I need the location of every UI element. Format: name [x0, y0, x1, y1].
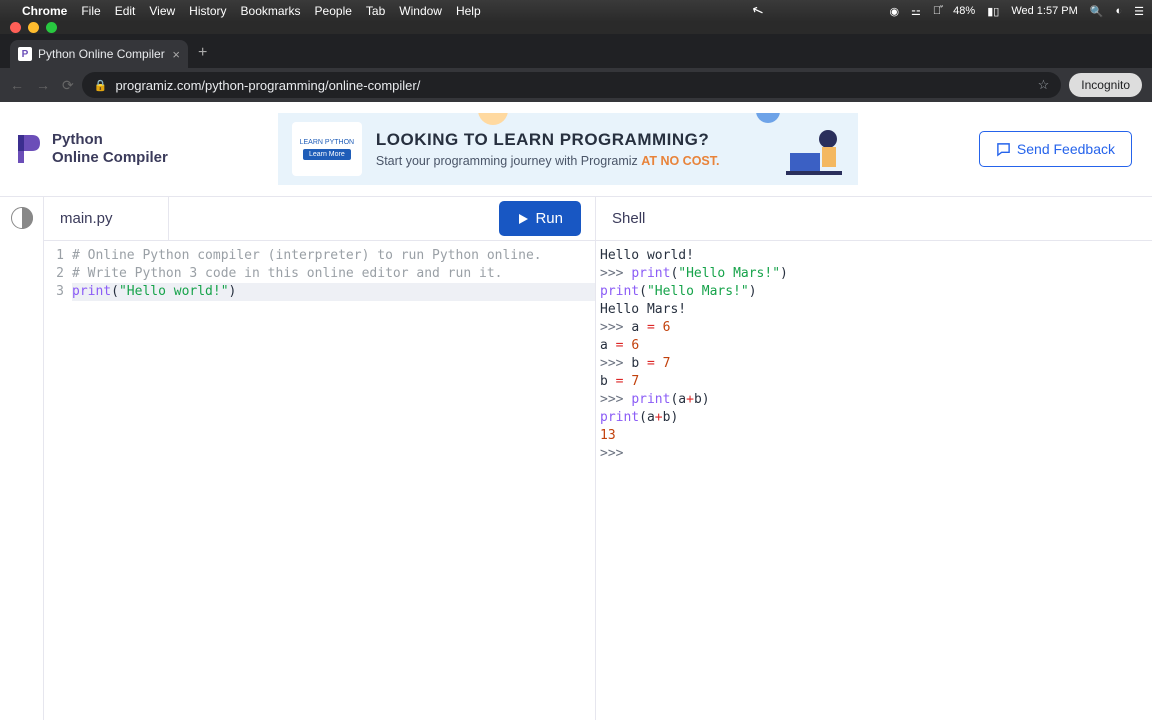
new-tab-button[interactable]: +: [198, 44, 207, 62]
address-bar[interactable]: 🔒 programiz.com/python-programming/onlin…: [82, 72, 1062, 98]
browser-tab[interactable]: P Python Online Compiler (Interp ×: [10, 40, 188, 68]
tab-strip: P Python Online Compiler (Interp × +: [0, 34, 1152, 68]
banner-illustration: [784, 119, 844, 179]
run-button[interactable]: Run: [499, 201, 581, 236]
menubar-bookmarks[interactable]: Bookmarks: [241, 4, 301, 18]
forward-button[interactable]: →: [36, 77, 50, 94]
banner-brand: LEARN PYTHON: [300, 139, 354, 146]
editor-filename-tab[interactable]: main.py: [60, 197, 169, 240]
screencast-icon[interactable]: ◉: [889, 5, 899, 18]
menubar-edit[interactable]: Edit: [115, 4, 136, 18]
bookmark-star-icon[interactable]: ☆: [1038, 77, 1050, 93]
logo-text-line2: Online Compiler: [52, 149, 168, 167]
bluetooth-icon[interactable]: ⚍: [911, 5, 921, 18]
menubar-help[interactable]: Help: [456, 4, 481, 18]
editor-pane: main.py Run 1 2 3 # Online Python compil…: [44, 197, 596, 720]
menubar-window[interactable]: Window: [399, 4, 442, 18]
battery-percent: 48%: [953, 5, 975, 17]
reload-button[interactable]: ⟳: [62, 77, 74, 94]
clock[interactable]: Wed 1:57 PM: [1011, 5, 1077, 17]
page-header: Python Online Compiler LEARN PYTHON Lear…: [0, 102, 1152, 196]
logo-text-line1: Python: [52, 131, 168, 149]
tab-close-icon[interactable]: ×: [172, 47, 180, 62]
shell-pane: Shell Hello world! >>> print("Hello Mars…: [596, 197, 1152, 720]
shell-tab[interactable]: Shell: [612, 210, 645, 227]
menubar-tab[interactable]: Tab: [366, 4, 385, 18]
menubar-history[interactable]: History: [189, 4, 226, 18]
battery-icon[interactable]: ▮▯: [987, 5, 999, 18]
siri-icon[interactable]: ◐: [1115, 5, 1122, 17]
banner-card: LEARN PYTHON Learn More: [292, 122, 362, 176]
window-titlebar: [0, 22, 1152, 34]
menubar-people[interactable]: People: [315, 4, 352, 18]
workspace: main.py Run 1 2 3 # Online Python compil…: [0, 196, 1152, 720]
toolbar: ← → ⟳ 🔒 programiz.com/python-programming…: [0, 68, 1152, 102]
chat-icon: [996, 142, 1011, 157]
mac-menubar: Chrome File Edit View History Bookmarks …: [0, 0, 1152, 22]
promo-banner[interactable]: LEARN PYTHON Learn More LOOKING TO LEARN…: [278, 113, 858, 185]
banner-title: LOOKING TO LEARN PROGRAMMING?: [376, 130, 770, 150]
url-text: programiz.com/python-programming/online-…: [115, 78, 1029, 93]
menubar-view[interactable]: View: [149, 4, 175, 18]
control-center-icon[interactable]: ☰: [1134, 5, 1144, 18]
menubar-app[interactable]: Chrome: [22, 4, 67, 18]
incognito-badge[interactable]: Incognito: [1069, 73, 1142, 97]
lock-icon: 🔒: [94, 79, 108, 92]
logo-icon: [14, 133, 42, 165]
site-logo[interactable]: Python Online Compiler: [14, 131, 168, 167]
theme-toggle-icon[interactable]: [11, 207, 33, 229]
page-content: Python Online Compiler LEARN PYTHON Lear…: [0, 102, 1152, 720]
banner-subtitle: Start your programming journey with Prog…: [376, 154, 770, 168]
window-close-button[interactable]: [10, 22, 21, 33]
send-feedback-button[interactable]: Send Feedback: [979, 131, 1132, 167]
left-rail: [0, 197, 44, 720]
line-gutter: 1 2 3: [44, 247, 72, 720]
banner-learn-button: Learn More: [303, 149, 351, 160]
tab-title: Python Online Compiler (Interp: [38, 47, 166, 61]
play-icon: [517, 213, 529, 225]
shell-output[interactable]: Hello world! >>> print("Hello Mars!") pr…: [596, 241, 1152, 720]
back-button[interactable]: ←: [10, 77, 24, 94]
window-minimize-button[interactable]: [28, 22, 39, 33]
window-maximize-button[interactable]: [46, 22, 57, 33]
menubar-file[interactable]: File: [81, 4, 100, 18]
spotlight-icon[interactable]: 🔍: [1090, 5, 1104, 18]
wifi-icon[interactable]: ◉᷀: [933, 5, 941, 17]
code-editor[interactable]: 1 2 3 # Online Python compiler (interpre…: [44, 241, 595, 720]
tab-favicon: P: [18, 47, 32, 61]
